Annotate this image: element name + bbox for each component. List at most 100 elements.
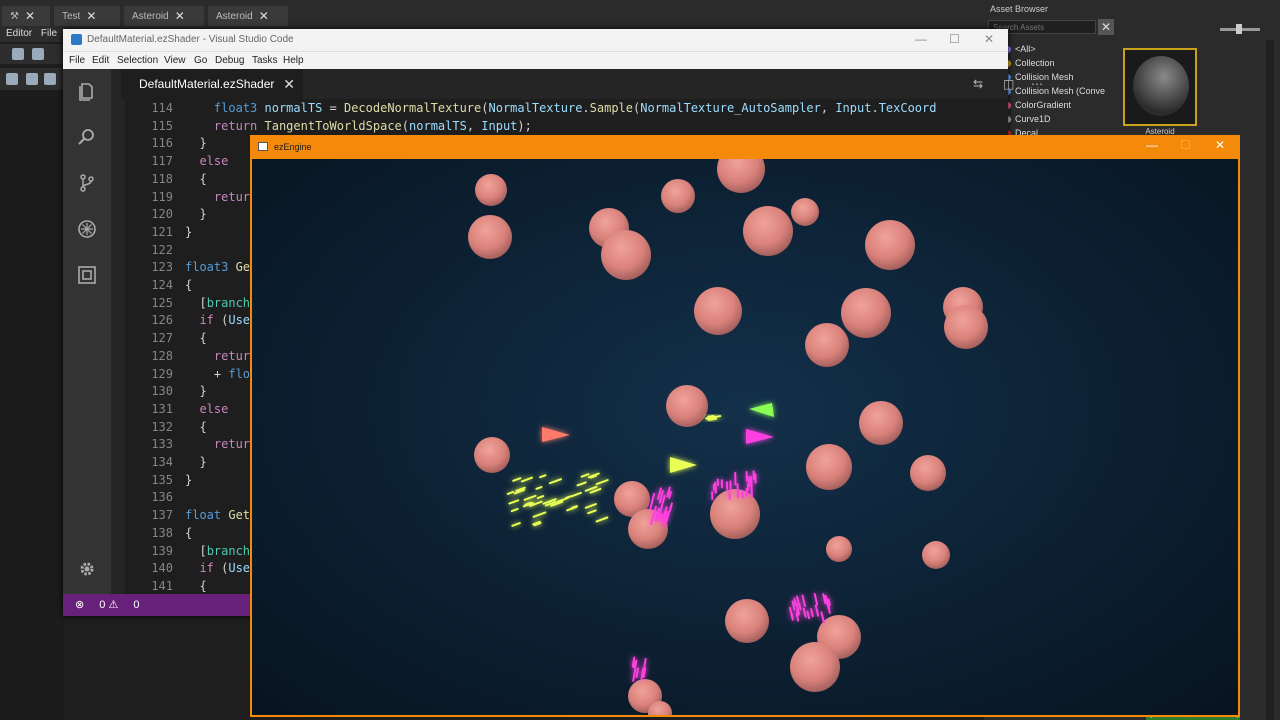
line-number: 129 (151, 366, 173, 381)
close-icon[interactable]: ✕ (984, 32, 994, 46)
line-number: 139 (151, 543, 173, 558)
asset-scrollbar[interactable] (1266, 40, 1274, 720)
asteroid (790, 642, 840, 692)
save-all-icon[interactable] (32, 48, 44, 60)
game-viewport[interactable] (252, 159, 1238, 715)
debug-icon[interactable] (77, 219, 97, 239)
more-actions-icon[interactable]: ⋯ (1031, 77, 1045, 91)
asteroid (661, 179, 695, 213)
asteroid (910, 455, 946, 491)
menu-tasks[interactable]: Tasks (252, 55, 278, 66)
scene-icon[interactable] (6, 73, 18, 85)
problems-indicator[interactable]: ⊗ 0 ⚠ 0 (75, 599, 140, 611)
image-icon[interactable] (26, 73, 38, 85)
code-text: { (185, 331, 207, 346)
slider-knob[interactable] (1236, 24, 1242, 34)
code-text: } (185, 136, 207, 151)
laser-burst-yellow (506, 472, 609, 527)
code-text: return (213, 189, 258, 204)
line-number: 117 (151, 154, 173, 169)
code-line[interactable]: 115 return TangentToWorldSpace(normalTS,… (125, 118, 965, 136)
minimize-icon[interactable]: — (915, 32, 927, 46)
line-number: 115 (151, 118, 173, 133)
line-number: 123 (151, 260, 173, 275)
maximize-icon[interactable]: ☐ (949, 32, 960, 46)
asset-type-item[interactable]: ColorGradient (1004, 98, 1118, 112)
source-control-icon[interactable] (77, 173, 97, 193)
asset-type-label: Collection (1015, 58, 1055, 68)
line-number: 133 (151, 437, 173, 452)
menu-edit[interactable]: Edit (92, 55, 109, 66)
code-text: else (199, 401, 229, 416)
search-icon[interactable] (77, 127, 97, 147)
maximize-icon[interactable]: ☐ (1180, 138, 1191, 152)
line-number: 122 (151, 242, 173, 257)
asset-type-item[interactable]: Collection (1004, 56, 1118, 70)
host-menu-file[interactable]: File (41, 28, 57, 39)
code-text: { (185, 278, 193, 292)
asteroid (475, 174, 507, 206)
zoom-slider[interactable] (1220, 24, 1260, 34)
tool-icon: ⚒ (10, 10, 19, 22)
close-icon[interactable]: ✕ (259, 9, 269, 23)
code-text: } (185, 207, 207, 222)
open-changes-icon[interactable]: ⇆ (973, 77, 987, 91)
close-icon[interactable]: ✕ (283, 69, 295, 99)
line-number: 119 (151, 189, 173, 204)
asteroid (944, 305, 988, 349)
host-tab-asteroid-2[interactable]: Asteroid ✕ (208, 6, 288, 26)
close-icon[interactable]: ✕ (25, 9, 35, 23)
line-number: 131 (151, 401, 173, 416)
vscode-window-title: DefaultMaterial.ezShader - Visual Studio… (87, 34, 294, 45)
close-icon[interactable]: ✕ (1215, 138, 1225, 152)
tab-defaultmaterial[interactable]: DefaultMaterial.ezShader ✕ (121, 69, 303, 99)
menu-debug[interactable]: Debug (215, 55, 244, 66)
asset-browser-title: Asset Browser (990, 4, 1049, 14)
settings-icon[interactable] (44, 73, 56, 85)
code-text: } (185, 455, 207, 469)
menu-selection[interactable]: Selection (117, 55, 158, 66)
asset-type-item[interactable]: Curve1D (1004, 112, 1118, 126)
menu-view[interactable]: View (164, 55, 186, 66)
tab-label: Asteroid (132, 10, 169, 22)
asset-type-item[interactable]: <All> (1004, 42, 1118, 56)
line-number: 137 (151, 508, 173, 523)
vscode-logo-icon (71, 34, 82, 45)
asset-thumbnail[interactable] (1123, 48, 1197, 126)
minimize-icon[interactable]: — (1146, 138, 1158, 152)
close-icon[interactable]: ✕ (175, 9, 185, 23)
split-editor-icon[interactable]: ◫ (1003, 77, 1017, 91)
asteroid (666, 385, 708, 427)
close-icon[interactable]: ✕ (86, 9, 96, 23)
menu-help[interactable]: Help (283, 55, 304, 66)
gear-icon[interactable] (77, 559, 97, 579)
code-text: { (185, 419, 207, 434)
code-text: return (213, 437, 258, 452)
line-number: 127 (151, 331, 173, 346)
sidebar-strip (111, 69, 125, 599)
tab-label: Asteroid (216, 10, 253, 22)
line-number: 134 (151, 455, 173, 469)
host-menu-editor[interactable]: Editor (6, 28, 32, 39)
window-icon (258, 142, 268, 151)
extensions-icon[interactable] (77, 265, 97, 285)
asset-type-label: ColorGradient (1015, 100, 1072, 110)
code-line[interactable]: 114 float3 normalTS = DecodeNormalTextur… (125, 100, 965, 118)
code-text: } (185, 224, 193, 239)
host-tab-0[interactable]: ⚒ ✕ (2, 6, 50, 26)
host-toolbar (0, 44, 64, 64)
menu-go[interactable]: Go (194, 55, 207, 66)
line-number: 124 (151, 278, 173, 292)
asset-type-item[interactable]: Collision Mesh (1004, 70, 1118, 84)
code-text: [branch] (185, 295, 257, 310)
asset-type-item[interactable]: Collision Mesh (Conve (1004, 84, 1118, 98)
host-tab-asteroid-1[interactable]: Asteroid ✕ (124, 6, 204, 26)
explorer-icon[interactable] (77, 81, 97, 101)
line-number: 126 (151, 313, 173, 328)
save-icon[interactable] (12, 48, 24, 60)
clear-search-icon[interactable]: ✕ (1098, 19, 1114, 35)
impact-burst-magenta (788, 592, 831, 624)
line-number: 114 (151, 101, 173, 115)
host-tab-test[interactable]: Test ✕ (54, 6, 120, 26)
menu-file[interactable]: File (69, 55, 85, 66)
